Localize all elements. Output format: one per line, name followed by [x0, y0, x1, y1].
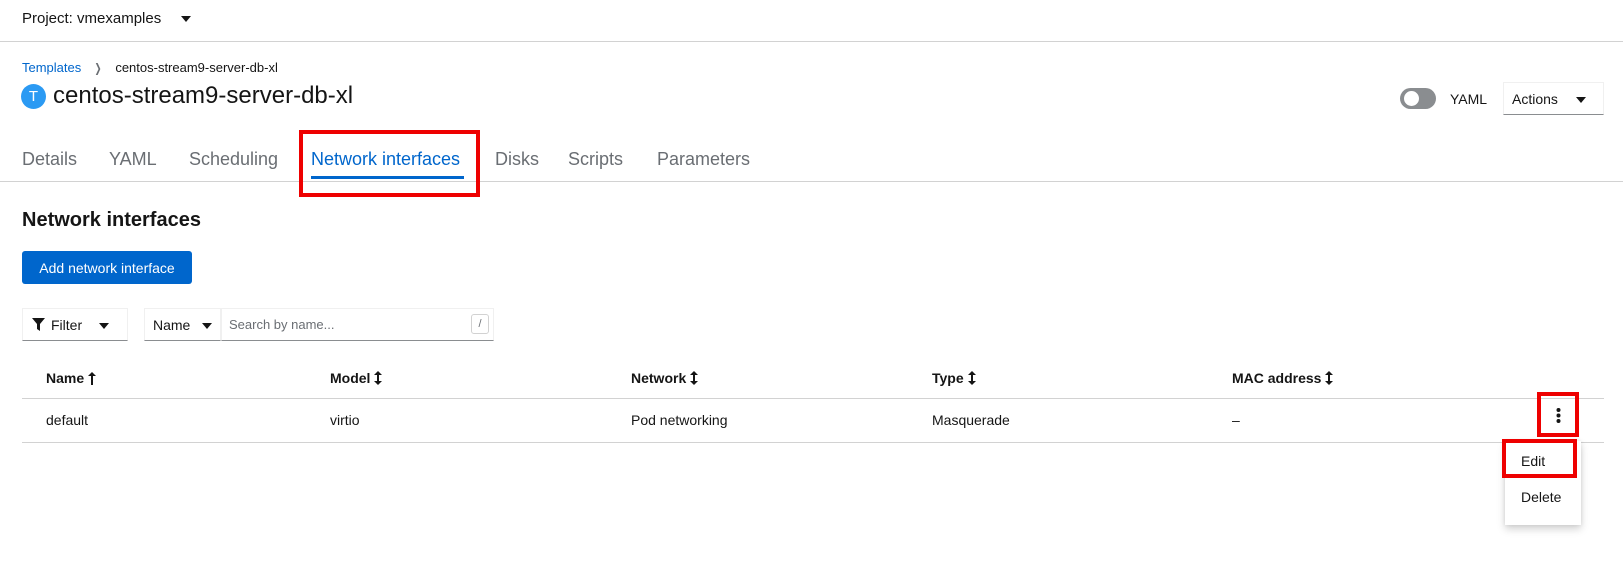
page-header: T centos-stream9-server-db-xl — [21, 82, 353, 110]
breadcrumb: Templates ❯ centos-stream9-server-db-xl — [22, 60, 278, 75]
attribute-select[interactable]: Name — [144, 308, 221, 341]
toggle-knob — [1404, 91, 1419, 106]
sort-icon — [967, 371, 976, 385]
project-bar: Project: vmexamples — [0, 0, 1623, 42]
tab-scheduling[interactable]: Scheduling — [189, 149, 278, 170]
breadcrumb-current: centos-stream9-server-db-xl — [115, 60, 278, 75]
page-title: centos-stream9-server-db-xl — [53, 82, 354, 109]
cell-network: Pod networking — [631, 412, 728, 428]
column-header-name[interactable]: Name — [46, 370, 97, 386]
yaml-switch-label: YAML — [1450, 90, 1488, 107]
actions-label: Actions — [1512, 90, 1558, 107]
caret-down-icon — [1576, 97, 1586, 103]
tab-bar: Details YAML Scheduling Network interfac… — [0, 137, 1623, 182]
cell-type: Masquerade — [932, 412, 1010, 428]
cell-model: virtio — [330, 412, 360, 428]
kebab-icon — [1556, 408, 1561, 428]
menu-item-delete[interactable]: Delete — [1521, 489, 1561, 505]
tab-details[interactable]: Details — [22, 149, 77, 170]
section-title: Network interfaces — [22, 209, 201, 231]
sort-ascending-icon — [88, 371, 97, 385]
chevron-right-icon: ❯ — [94, 60, 102, 75]
actions-dropdown[interactable]: Actions — [1503, 82, 1604, 115]
filter-icon — [32, 318, 45, 331]
breadcrumb-templates-link[interactable]: Templates — [22, 60, 81, 75]
row-actions-kebab-button[interactable] — [1546, 403, 1571, 433]
tab-parameters[interactable]: Parameters — [657, 149, 750, 170]
table-row: default virtio Pod networking Masquerade… — [22, 398, 1604, 443]
cell-mac-address: – — [1232, 412, 1240, 428]
attribute-select-label: Name — [153, 316, 191, 333]
sort-icon — [374, 371, 383, 385]
caret-down-icon — [99, 323, 109, 329]
column-header-type[interactable]: Type — [932, 370, 976, 386]
tab-scripts[interactable]: Scripts — [568, 149, 623, 170]
search-input[interactable] — [221, 308, 494, 341]
caret-down-icon — [202, 323, 212, 329]
column-header-mac-address[interactable]: MAC address — [1232, 370, 1334, 386]
project-label: Project: vmexamples — [22, 10, 162, 27]
column-header-network[interactable]: Network — [631, 370, 699, 386]
sort-icon — [690, 371, 699, 385]
keyboard-shortcut-hint: / — [471, 314, 489, 334]
active-tab-indicator — [311, 176, 464, 179]
sort-icon — [1325, 371, 1334, 385]
yaml-switch[interactable]: YAML — [1400, 88, 1487, 109]
menu-item-edit[interactable]: Edit — [1521, 453, 1545, 469]
column-header-model[interactable]: Model — [330, 370, 383, 386]
tab-yaml[interactable]: YAML — [109, 149, 157, 170]
filter-dropdown[interactable]: Filter — [22, 308, 128, 341]
template-badge-icon: T — [21, 83, 46, 109]
row-actions-menu: Edit Delete — [1505, 441, 1581, 525]
filter-label: Filter — [51, 316, 83, 333]
caret-down-icon — [181, 15, 192, 22]
add-network-interface-button[interactable]: Add network interface — [22, 251, 192, 284]
toggle-switch[interactable] — [1400, 88, 1436, 109]
tab-network-interfaces[interactable]: Network interfaces — [311, 149, 460, 170]
project-selector[interactable]: Project: vmexamples — [22, 10, 192, 27]
tab-disks[interactable]: Disks — [495, 149, 539, 170]
cell-name: default — [46, 412, 89, 428]
